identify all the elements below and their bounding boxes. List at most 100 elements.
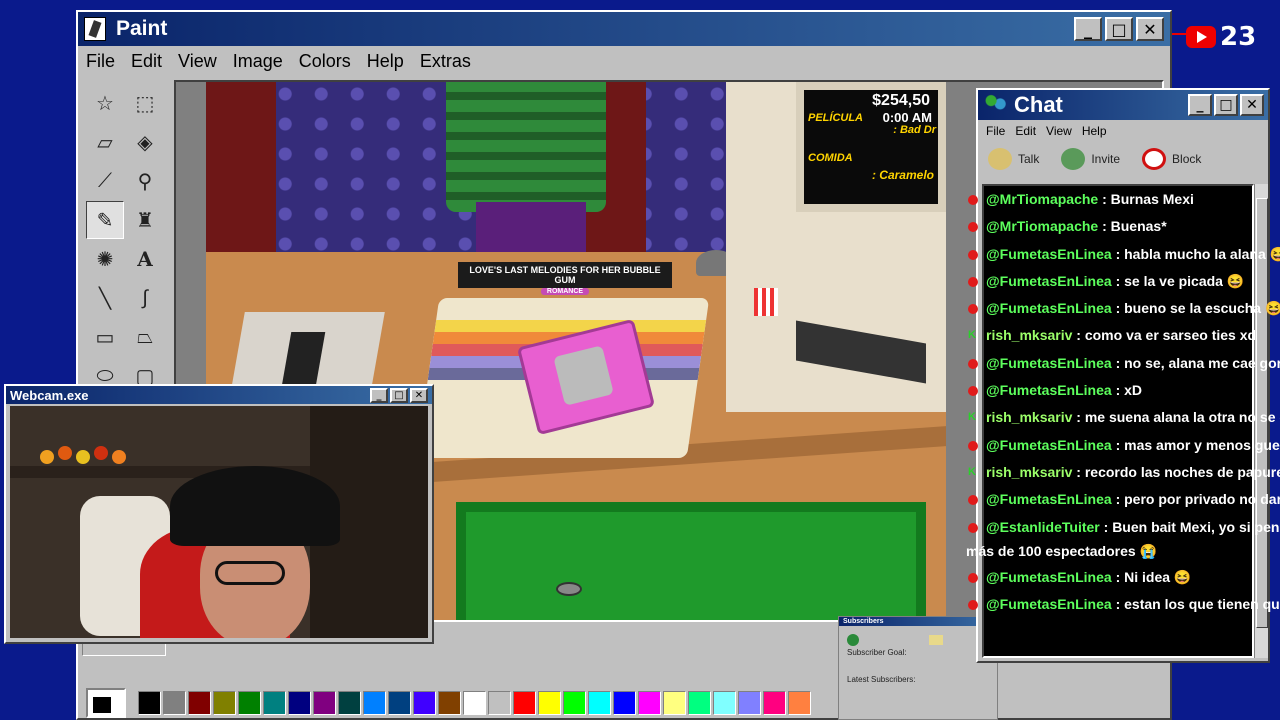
kick-icon: K [968, 465, 976, 478]
rectangle-icon[interactable]: ▭ [86, 318, 124, 356]
menu-extras[interactable]: Extras [420, 51, 471, 72]
airbrush-icon[interactable]: ✺ [86, 240, 124, 278]
chat-titlebar[interactable]: Chat _ □ ✕ [978, 90, 1268, 120]
talk-button[interactable]: Talk [988, 148, 1039, 170]
color-swatch[interactable] [388, 691, 411, 715]
chat-username[interactable]: rish_mksariv [986, 327, 1072, 343]
chat-username[interactable]: @FumetasEnLinea [986, 355, 1112, 371]
subscribers-titlebar: Subscribers [839, 617, 997, 626]
invite-button[interactable]: Invite [1061, 148, 1120, 170]
color-swatch[interactable] [638, 691, 661, 715]
chat-menu-help[interactable]: Help [1082, 124, 1107, 138]
chat-username[interactable]: @EstanlideTuiter [986, 519, 1100, 535]
color-swatch[interactable] [463, 691, 486, 715]
food-label: COMIDA [808, 152, 853, 164]
chat-message: @FumetasEnLinea : mas amor y menos gue [966, 432, 1280, 459]
chat-username[interactable]: @FumetasEnLinea [986, 382, 1112, 398]
free-select-icon[interactable]: ☆ [86, 84, 124, 122]
color-swatch[interactable] [488, 691, 511, 715]
chat-username[interactable]: @MrTiomapache [986, 191, 1098, 207]
chat-username[interactable]: @FumetasEnLinea [986, 246, 1112, 262]
chat-username[interactable]: @MrTiomapache [986, 218, 1098, 234]
invite-icon [1061, 148, 1086, 170]
maximize-button[interactable]: □ [390, 387, 408, 403]
chat-username[interactable]: @FumetasEnLinea [986, 596, 1112, 612]
chat-messages: @MrTiomapache : Burnas Mexi @MrTiomapache… [966, 186, 1280, 616]
color-swatch[interactable] [563, 691, 586, 715]
menu-image[interactable]: Image [233, 51, 283, 72]
color-swatch[interactable] [688, 691, 711, 715]
webcam-titlebar[interactable]: Webcam.exe _ □ ✕ [6, 386, 432, 404]
color-picker-icon[interactable]: ⟋ [86, 162, 124, 200]
color-swatch[interactable] [788, 691, 811, 715]
minimize-button[interactable]: _ [1074, 17, 1102, 41]
color-swatch[interactable] [413, 691, 436, 715]
pencil-icon[interactable]: ✎ [86, 201, 124, 239]
chat-username[interactable]: @FumetasEnLinea [986, 491, 1112, 507]
chat-username[interactable]: @FumetasEnLinea [986, 300, 1112, 316]
youtube-icon [968, 386, 978, 397]
chat-username[interactable]: @FumetasEnLinea [986, 569, 1112, 585]
chat-menu-edit[interactable]: Edit [1015, 124, 1036, 138]
close-button[interactable]: ✕ [410, 387, 428, 403]
brush-icon[interactable]: ♜ [126, 201, 164, 239]
color-swatch[interactable] [763, 691, 786, 715]
color-swatch[interactable] [188, 691, 211, 715]
text-icon[interactable]: A [126, 240, 164, 278]
menu-file[interactable]: File [86, 51, 115, 72]
curve-icon[interactable]: ∫ [126, 279, 164, 317]
youtube-icon [968, 276, 978, 287]
color-swatch[interactable] [663, 691, 686, 715]
polygon-icon[interactable]: ⏢ [126, 318, 164, 356]
close-button[interactable]: ✕ [1240, 94, 1264, 116]
chat-username[interactable]: rish_mksariv [986, 409, 1072, 425]
chat-message: @FumetasEnLinea : estan los que tienen q… [966, 591, 1280, 616]
color-swatch[interactable] [588, 691, 611, 715]
line-icon[interactable]: ╲ [86, 279, 124, 317]
color-swatch[interactable] [238, 691, 261, 715]
youtube-logo-icon [1186, 26, 1216, 48]
color-swatch[interactable] [513, 691, 536, 715]
color-swatch[interactable] [313, 691, 336, 715]
color-swatch[interactable] [213, 691, 236, 715]
color-swatch[interactable] [338, 691, 361, 715]
popcorn-icon [754, 288, 778, 316]
chat-menu-file[interactable]: File [986, 124, 1005, 138]
color-swatch[interactable] [438, 691, 461, 715]
movie-name: : Bad Dr [893, 124, 936, 136]
chat-username[interactable]: rish_mksariv [986, 464, 1072, 480]
menu-colors[interactable]: Colors [299, 51, 351, 72]
close-button[interactable]: ✕ [1136, 17, 1164, 41]
fill-bucket-icon[interactable]: ◈ [126, 123, 164, 161]
magnifier-icon[interactable]: ⚲ [126, 162, 164, 200]
color-swatch[interactable] [538, 691, 561, 715]
current-colors[interactable] [86, 688, 126, 718]
color-swatch[interactable] [713, 691, 736, 715]
block-button[interactable]: Block [1142, 148, 1201, 170]
color-swatch[interactable] [263, 691, 286, 715]
color-swatch[interactable] [163, 691, 186, 715]
color-swatch[interactable] [288, 691, 311, 715]
maximize-button[interactable]: □ [1214, 94, 1238, 116]
menu-view[interactable]: View [178, 51, 217, 72]
color-swatch[interactable] [738, 691, 761, 715]
chat-username[interactable]: @FumetasEnLinea [986, 437, 1112, 453]
globe-icon [847, 634, 859, 646]
rect-select-icon[interactable]: ⬚ [126, 84, 164, 122]
minimize-button[interactable]: _ [370, 387, 388, 403]
maximize-button[interactable]: □ [1105, 17, 1133, 41]
talk-icon [988, 148, 1012, 170]
color-swatch[interactable] [363, 691, 386, 715]
drawer-knob [556, 582, 582, 596]
money-display: $254,50 [872, 92, 930, 109]
menu-edit[interactable]: Edit [131, 51, 162, 72]
color-swatch[interactable] [138, 691, 161, 715]
chat-menu-view[interactable]: View [1046, 124, 1072, 138]
eraser-icon[interactable]: ▱ [86, 123, 124, 161]
color-swatch[interactable] [613, 691, 636, 715]
minimize-button[interactable]: _ [1188, 94, 1212, 116]
paint-titlebar[interactable]: Paint _ □ ✕ [78, 12, 1170, 46]
chat-username[interactable]: @FumetasEnLinea [986, 273, 1112, 289]
webcam-feed [10, 406, 428, 638]
menu-help[interactable]: Help [367, 51, 404, 72]
